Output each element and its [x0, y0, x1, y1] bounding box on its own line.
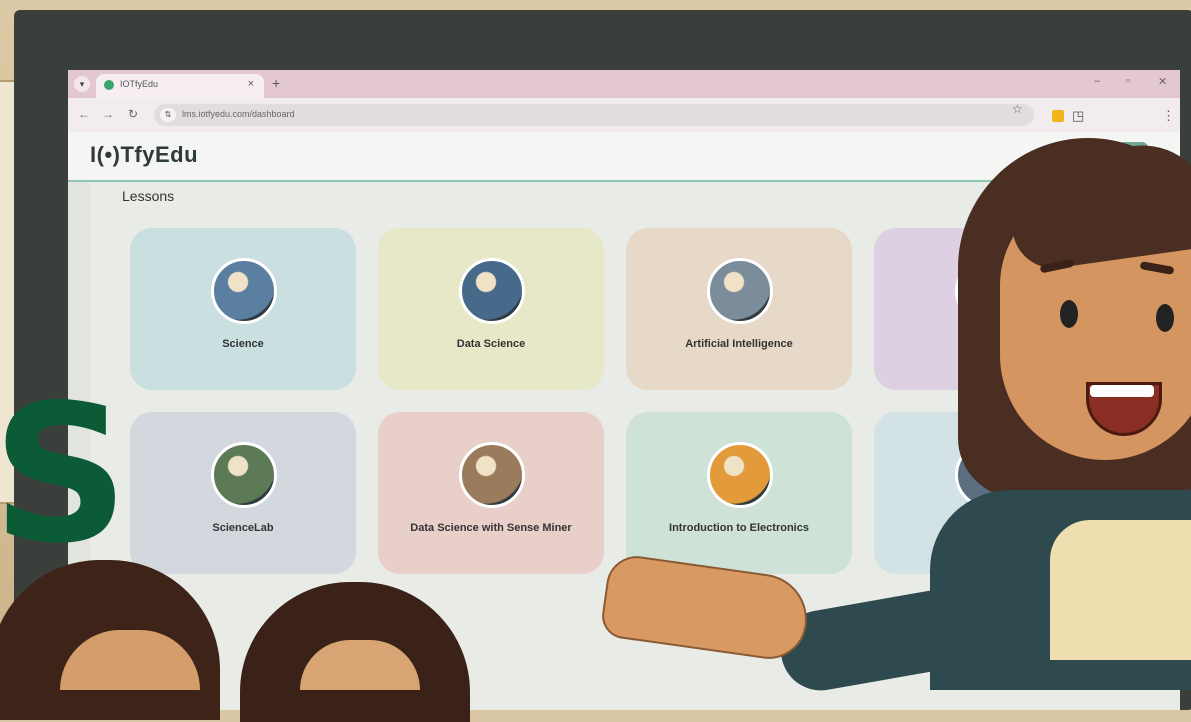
forward-button[interactable]: → [102, 107, 114, 121]
lesson-label: ScienceLab [212, 522, 274, 534]
site-info-icon[interactable]: ⇅ [160, 108, 176, 122]
lesson-card[interactable]: Science [130, 228, 356, 390]
tab-close-icon[interactable]: × [248, 78, 254, 90]
lesson-card[interactable]: Introduction to Electronics [626, 412, 852, 574]
page-title: Lessons [122, 188, 175, 204]
tab-bar: ▾ IOTfyEdu × + – ▫ ✕ [68, 70, 1180, 98]
lesson-thumbnail [459, 258, 525, 324]
lesson-label: Science [222, 338, 264, 350]
lesson-thumbnail [707, 258, 773, 324]
url-text: lms.iotfyedu.com/dashboard [182, 109, 295, 119]
reload-button[interactable]: ↻ [128, 107, 138, 121]
back-button[interactable]: ← [78, 107, 90, 121]
lesson-thumbnail [211, 258, 277, 324]
lesson-label: Data Science [456, 338, 526, 350]
teacher-shirt [1050, 520, 1191, 660]
browser-toolbar: ← → ↻ ⇅ lms.iotfyedu.com/dashboard ☆ [68, 98, 1180, 132]
puzzle-icon[interactable]: ◳ [1072, 108, 1084, 124]
lesson-label: Artificial Intelligence [685, 338, 793, 350]
decorative-letter: S [0, 364, 129, 585]
minimize-button[interactable]: – [1094, 75, 1100, 87]
lesson-thumbnail [707, 442, 773, 508]
lesson-card[interactable]: ScienceLab [130, 412, 356, 574]
extension-icon[interactable] [1052, 110, 1064, 122]
lesson-card[interactable]: Data Science [378, 228, 604, 390]
lesson-label: Data Science with Sense Miner [410, 522, 572, 534]
tab-iotfyedu[interactable]: IOTfyEdu × [96, 74, 264, 98]
restore-button[interactable]: ▫ [1126, 75, 1130, 87]
lesson-label: Introduction to Electronics [669, 522, 809, 534]
tab-search-icon[interactable]: ▾ [74, 76, 90, 92]
lesson-thumbnail [211, 442, 277, 508]
lesson-thumbnail [459, 442, 525, 508]
teacher-eye [1156, 304, 1174, 332]
bookmark-star-icon[interactable]: ☆ [1012, 102, 1023, 116]
browser-menu-icon[interactable]: ⋮ [1162, 108, 1175, 124]
tab-title: IOTfyEdu [120, 79, 159, 89]
teacher-teeth [1090, 385, 1154, 397]
favicon-icon [104, 80, 114, 90]
address-bar[interactable]: ⇅ lms.iotfyedu.com/dashboard [154, 104, 1034, 126]
lesson-card[interactable]: Data Science with Sense Miner [378, 412, 604, 574]
new-tab-button[interactable]: + [272, 75, 280, 91]
close-window-button[interactable]: ✕ [1158, 75, 1167, 88]
lesson-card[interactable]: Artificial Intelligence [626, 228, 852, 390]
iotfyedu-logo[interactable]: I(•)TfyEdu [90, 142, 198, 168]
teacher-eye [1060, 300, 1078, 328]
